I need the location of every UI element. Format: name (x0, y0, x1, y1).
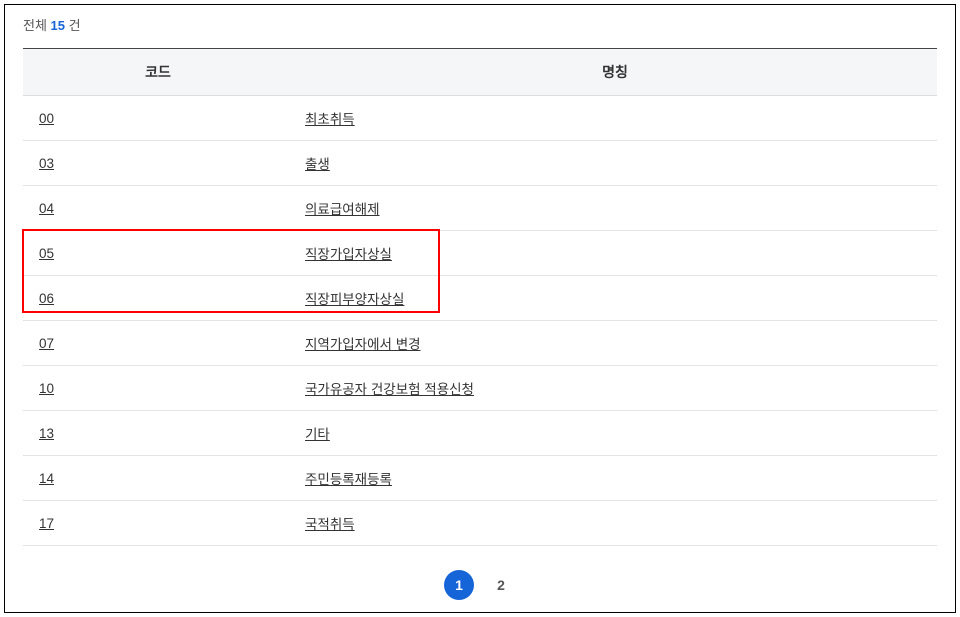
code-cell: 00 (23, 96, 293, 141)
summary-prefix: 전체 (23, 18, 47, 33)
code-link[interactable]: 14 (39, 471, 54, 486)
code-cell: 06 (23, 276, 293, 321)
name-link[interactable]: 국적취득 (305, 517, 355, 532)
header-code: 코드 (23, 49, 293, 96)
name-cell: 국가유공자 건강보험 적용신청 (293, 366, 937, 411)
name-cell: 주민등록재등록 (293, 456, 937, 501)
code-cell: 04 (23, 186, 293, 231)
code-cell: 17 (23, 501, 293, 546)
table-row: 10 국가유공자 건강보험 적용신청 (23, 366, 937, 411)
content-frame: 전체 15 건 코드 명칭 00 최초취득 03 출생 04 의료급여해제 05 직장가입자상… (4, 4, 956, 613)
name-link[interactable]: 국가유공자 건강보험 적용신청 (305, 382, 474, 397)
table-row: 05 직장가입자상실 (23, 231, 937, 276)
code-link[interactable]: 17 (39, 516, 54, 531)
name-cell: 지역가입자에서 변경 (293, 321, 937, 366)
table-row: 03 출생 (23, 141, 937, 186)
table-row: 04 의료급여해제 (23, 186, 937, 231)
code-link[interactable]: 00 (39, 111, 54, 126)
result-summary: 전체 15 건 (23, 15, 937, 34)
table-row: 06 직장피부양자상실 (23, 276, 937, 321)
name-cell: 직장피부양자상실 (293, 276, 937, 321)
pagination: 12 (23, 570, 937, 600)
code-link[interactable]: 07 (39, 336, 54, 351)
summary-count: 15 (51, 18, 65, 33)
name-link[interactable]: 의료급여해제 (305, 202, 380, 217)
name-link[interactable]: 직장가입자상실 (305, 247, 392, 262)
name-cell: 국적취득 (293, 501, 937, 546)
page-button[interactable]: 2 (486, 570, 516, 600)
code-link[interactable]: 06 (39, 291, 54, 306)
code-cell: 13 (23, 411, 293, 456)
name-cell: 기타 (293, 411, 937, 456)
table-row: 17 국적취득 (23, 501, 937, 546)
code-cell: 14 (23, 456, 293, 501)
page-button[interactable]: 1 (444, 570, 474, 600)
name-link[interactable]: 최초취득 (305, 112, 355, 127)
code-link[interactable]: 13 (39, 426, 54, 441)
code-cell: 10 (23, 366, 293, 411)
name-cell: 직장가입자상실 (293, 231, 937, 276)
name-link[interactable]: 기타 (305, 427, 330, 442)
code-cell: 05 (23, 231, 293, 276)
table-row: 13 기타 (23, 411, 937, 456)
code-link[interactable]: 05 (39, 246, 54, 261)
summary-suffix: 건 (65, 18, 81, 33)
table-row: 07 지역가입자에서 변경 (23, 321, 937, 366)
code-table: 코드 명칭 00 최초취득 03 출생 04 의료급여해제 05 직장가입자상실 06 직장피부양… (23, 48, 937, 546)
code-link[interactable]: 03 (39, 156, 54, 171)
name-cell: 최초취득 (293, 96, 937, 141)
code-cell: 07 (23, 321, 293, 366)
table-row: 00 최초취득 (23, 96, 937, 141)
name-cell: 출생 (293, 141, 937, 186)
header-name: 명칭 (293, 49, 937, 96)
name-link[interactable]: 직장피부양자상실 (305, 292, 404, 307)
table-row: 14 주민등록재등록 (23, 456, 937, 501)
name-link[interactable]: 출생 (305, 157, 330, 172)
code-link[interactable]: 04 (39, 201, 54, 216)
code-link[interactable]: 10 (39, 381, 54, 396)
code-cell: 03 (23, 141, 293, 186)
name-link[interactable]: 지역가입자에서 변경 (305, 337, 421, 352)
name-link[interactable]: 주민등록재등록 (305, 472, 392, 487)
name-cell: 의료급여해제 (293, 186, 937, 231)
